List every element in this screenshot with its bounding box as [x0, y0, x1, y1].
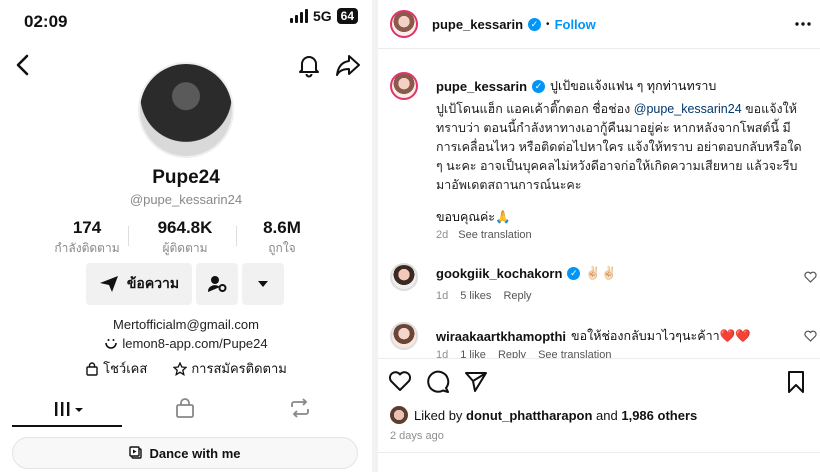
bio-link-text: lemon8-app.com/Pupe24	[122, 336, 268, 351]
star-icon	[173, 361, 188, 376]
subscribe-label: การสมัครติดตาม	[191, 361, 287, 376]
author-username[interactable]: pupe_kessarin	[432, 17, 523, 32]
post-actions	[388, 370, 808, 396]
caption-author-username[interactable]: pupe_kessarin	[436, 79, 527, 94]
comment-1-meta: 1d 5 likes Reply	[436, 290, 532, 302]
comment-username[interactable]: gookgiik_kochakorn	[436, 266, 562, 281]
comment-avatar[interactable]	[390, 322, 418, 350]
caption-header: pupe_kessarin ✓ ปูเป้ขอแจ้งแฟน ๆ ทุกท่าน…	[436, 76, 716, 96]
stat-value: 8.6M	[263, 218, 301, 237]
active-tab-indicator	[12, 425, 122, 427]
network-label: 5G	[312, 8, 332, 24]
caption-mention-link[interactable]: @pupe_kessarin24	[634, 102, 742, 116]
comment-bubble-icon[interactable]	[426, 370, 450, 394]
share-arrow-icon[interactable]	[334, 52, 362, 78]
dance-label: Dance with me	[149, 445, 241, 461]
status-bar-icons: 5G 64	[289, 8, 358, 24]
profile-tabs	[0, 396, 372, 426]
follow-button[interactable]: Follow	[555, 17, 596, 32]
footer-divider	[378, 452, 820, 453]
caption-body: ปูเป้โดนแฮ็ก แอคเค้าติ๊กตอก ชื่อช่อง @pu…	[436, 100, 806, 195]
message-label: ข้อความ	[126, 275, 180, 291]
liked-by-row: Liked by donut_phattharapon and 1,986 ot…	[390, 406, 697, 424]
caption-title: ปูเป้ขอแจ้งแฟน ๆ ทุกท่านทราบ	[550, 79, 717, 93]
comment-likes[interactable]: 5 likes	[460, 290, 491, 302]
playlist-icon	[129, 446, 143, 459]
comment-2: wiraakaartkhamopthi ขอให้ช่องกลับมาไวๆนะ…	[436, 326, 751, 346]
profile-name: Pupe24	[152, 167, 220, 188]
subscribe-link[interactable]: การสมัครติดตาม	[173, 358, 287, 379]
dance-with-me-button[interactable]: Dance with me	[12, 437, 358, 469]
comment-age: 1d	[436, 290, 449, 302]
shop-bag-tab-icon[interactable]	[174, 398, 196, 418]
posted-ago: 2 days ago	[390, 430, 444, 442]
verified-badge-icon: ✓	[528, 18, 542, 31]
author-avatar[interactable]	[390, 10, 418, 38]
share-paper-plane-icon[interactable]	[464, 371, 488, 393]
comment-username[interactable]: wiraakaartkhamopthi	[436, 329, 566, 344]
liker-avatar[interactable]	[390, 406, 408, 424]
liked-user[interactable]: donut_phattharapon	[466, 408, 592, 423]
status-time: 02:09	[24, 12, 68, 31]
post-header: pupe_kessarin ✓ • Follow	[432, 17, 596, 32]
comment-reply-link[interactable]: Reply	[503, 290, 531, 302]
comment-1: gookgiik_kochakorn ✓ ✌🏻✌🏻	[436, 266, 617, 281]
instagram-post-panel: pupe_kessarin ✓ • Follow pupe_kessarin ✓…	[378, 0, 820, 472]
caption-text-pre: ปูเป้โดนแฮ็ก แอคเค้าติ๊กตอก ชื่อช่อง	[436, 102, 634, 116]
caption-thanks: ขอบคุณค่ะ🙏	[436, 210, 511, 224]
dot-separator: •	[546, 19, 550, 30]
back-arrow-icon[interactable]	[10, 52, 36, 78]
more-dropdown-button[interactable]	[242, 263, 284, 305]
liked-by-text: Liked by donut_phattharapon and 1,986 ot…	[414, 408, 697, 423]
more-options-icon[interactable]	[794, 16, 812, 32]
stat-label: ผู้ติดตาม	[162, 241, 208, 255]
person-settings-icon	[207, 276, 227, 292]
tiktok-profile-panel: 02:09 5G 64 Pupe24 @pupe_kessarin24 174 …	[0, 0, 372, 472]
liked-prefix: Liked by	[414, 407, 467, 423]
link-icon	[105, 339, 118, 349]
stat-followers[interactable]: 964.8K ผู้ติดตาม	[130, 218, 240, 258]
bio-link[interactable]: lemon8-app.com/Pupe24	[0, 336, 372, 351]
bell-icon[interactable]	[296, 52, 322, 78]
showcase-link[interactable]: โชว์เคส	[85, 358, 147, 379]
verified-badge-icon: ✓	[532, 79, 546, 93]
send-icon	[99, 276, 118, 292]
comment-like-heart-icon[interactable]	[804, 271, 817, 283]
bookmark-icon[interactable]	[786, 370, 806, 394]
verified-badge-icon: ✓	[567, 267, 581, 280]
comment-like-heart-icon[interactable]	[804, 330, 817, 342]
bio-email: Mertofficialm@gmail.com	[113, 317, 259, 332]
stat-label: กำลังติดตาม	[54, 241, 120, 255]
liked-and: and	[592, 407, 622, 423]
showcase-label: โชว์เคส	[103, 361, 148, 376]
comment-text: ขอให้ช่องกลับมาไวๆนะค้าา❤️❤️	[571, 329, 751, 343]
repost-tab-icon[interactable]	[288, 398, 312, 418]
profile-links: โชว์เคส การสมัครติดตาม	[0, 358, 372, 379]
add-friend-button[interactable]	[196, 263, 238, 305]
stat-likes[interactable]: 8.6M ถูกใจ	[227, 218, 337, 258]
message-button[interactable]: ข้อความ	[86, 263, 192, 305]
caption-author-avatar[interactable]	[390, 72, 418, 100]
actions-divider	[378, 358, 820, 359]
profile-avatar[interactable]	[138, 62, 234, 158]
stat-value: 174	[72, 218, 102, 237]
grid-tab-icon[interactable]	[52, 400, 86, 418]
stat-label: ถูกใจ	[268, 241, 296, 255]
header-divider	[378, 48, 820, 49]
bag-icon	[86, 361, 98, 376]
stat-following[interactable]: 174 กำลังติดตาม	[32, 218, 142, 258]
comment-text: ✌🏻✌🏻	[585, 266, 617, 280]
caret-down-icon	[258, 281, 268, 287]
caption-meta: 2d See translation	[436, 229, 532, 241]
stat-value: 964.8K	[157, 218, 213, 237]
see-translation-link[interactable]: See translation	[458, 229, 531, 241]
stat-divider	[128, 226, 129, 246]
comment-avatar[interactable]	[390, 263, 418, 291]
profile-handle: @pupe_kessarin24	[129, 192, 243, 207]
battery-icon: 64	[336, 8, 358, 24]
liked-others[interactable]: 1,986 others	[621, 408, 697, 423]
signal-icon	[289, 9, 308, 23]
like-heart-icon[interactable]	[388, 370, 412, 392]
caption-age: 2d	[436, 229, 449, 241]
